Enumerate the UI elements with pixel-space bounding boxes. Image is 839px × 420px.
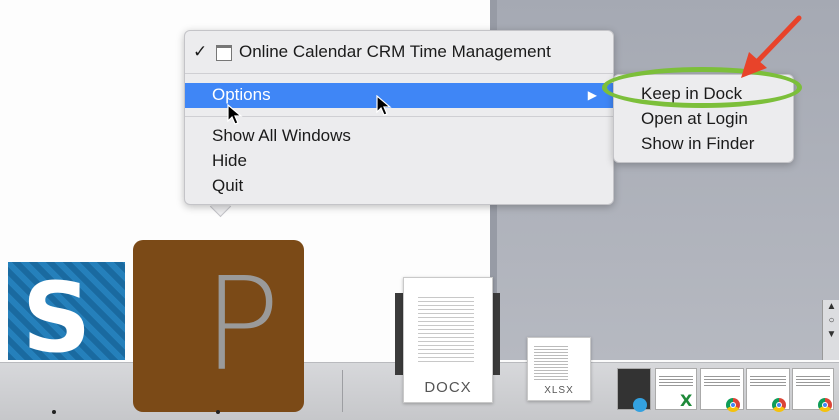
app-p-logo: P [203,251,281,400]
dock-app-s[interactable]: S [8,262,125,360]
scroll-controls[interactable]: ▲ ○ ▼ [822,300,839,360]
excel-badge-icon: X [680,391,693,410]
dock-app-p[interactable]: P [133,240,304,412]
menu-item-open-at-login[interactable]: Open at Login [641,108,748,130]
document-lines [534,344,568,380]
checkmark-icon: ✓ [193,42,208,61]
app-s-logo: S [22,262,92,360]
red-arrow-annotation [741,15,802,78]
menu-item-quit[interactable]: Quit [185,174,613,198]
menu-item-hide[interactable]: Hide [185,149,613,173]
menu-item-show-in-finder[interactable]: Show in Finder [641,133,754,155]
docx-label: DOCX [424,379,472,396]
mouse-cursor-icon [227,104,243,125]
chrome-badge-icon [772,398,786,412]
running-indicator [216,410,220,414]
menu-divider [185,116,613,117]
chrome-badge-icon [726,398,740,412]
running-indicator [52,410,56,414]
scroll-down-icon[interactable]: ▼ [823,328,839,342]
menu-item-show-all-windows[interactable]: Show All Windows [185,124,613,148]
dock-separator [342,370,343,412]
scroll-up-icon[interactable]: ▲ [823,300,839,314]
window-title: Online Calendar CRM Time Management [239,42,551,61]
search-icon[interactable]: ○ [823,314,839,328]
chrome-badge-icon [818,398,832,412]
menu-item-label: Show All Windows [212,126,351,145]
window-icon [216,45,232,61]
menu-item-label: Quit [212,176,244,195]
app-badge-icon [633,398,647,412]
mouse-cursor-icon [376,95,392,116]
submenu-arrow-icon: ▶ [587,88,597,102]
menu-item-label: Hide [212,151,247,170]
dock-docx-file[interactable]: DOCX [403,277,493,403]
menu-item-window[interactable]: ✓ Online Calendar CRM Time Management [185,40,613,64]
menu-item-options[interactable]: Options ▶ [185,83,613,108]
dock-xlsx-file[interactable]: XLSX [527,337,591,401]
xlsx-label: XLSX [544,385,574,396]
dock-context-menu: ✓ Online Calendar CRM Time Management Op… [184,30,614,205]
menu-divider [185,73,613,74]
document-lines [418,294,474,364]
